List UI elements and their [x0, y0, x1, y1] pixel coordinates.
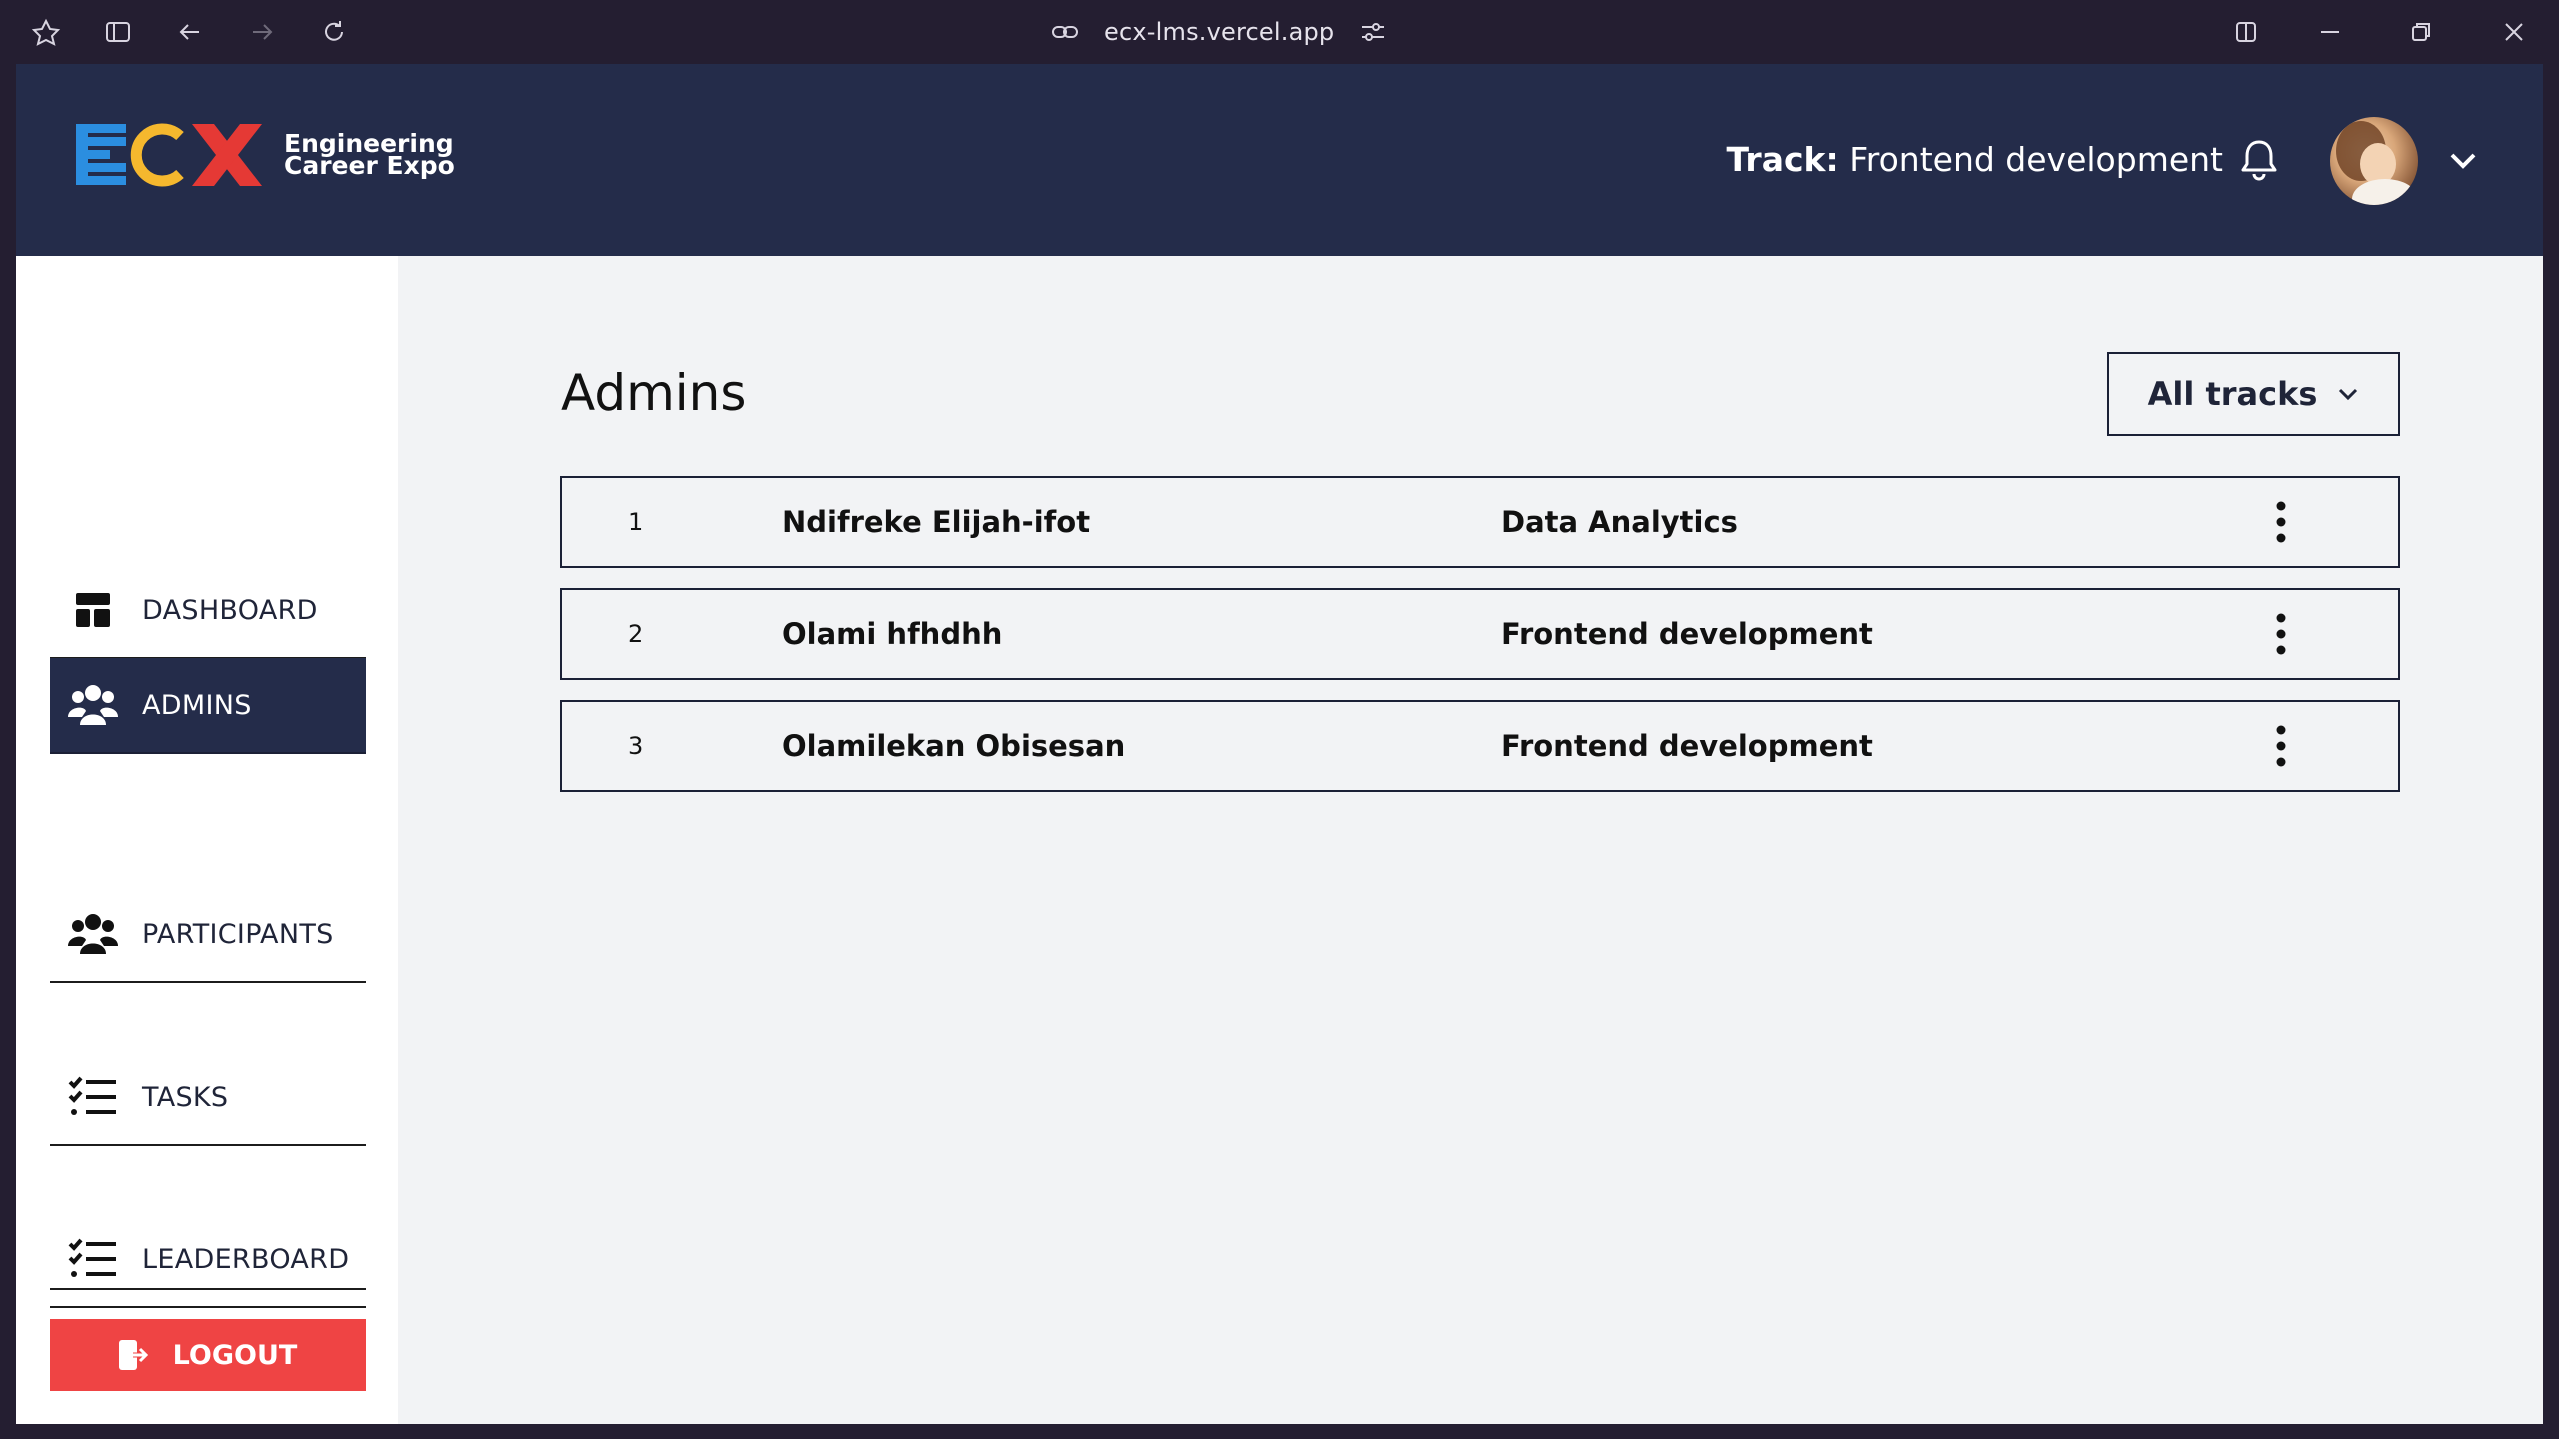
- current-track: Track: Frontend development: [1727, 140, 2223, 179]
- admin-name: Ndifreke Elijah-ifot: [782, 505, 1091, 539]
- checklist-icon: [68, 1075, 118, 1119]
- track-filter-label: All tracks: [2147, 375, 2318, 413]
- sidebar-item-label: ADMINS: [142, 689, 252, 721]
- logo-line-2: Career Expo: [284, 151, 455, 180]
- more-options-icon[interactable]: [2268, 500, 2294, 544]
- forward-icon[interactable]: [244, 14, 280, 50]
- url-text[interactable]: ecx-lms.vercel.app: [1104, 18, 1334, 46]
- row-number: 2: [628, 620, 644, 648]
- app-window: Engineering Career Expo Track: Frontend …: [16, 64, 2543, 1424]
- track-value: Frontend development: [1849, 140, 2223, 179]
- address-bar[interactable]: ecx-lms.vercel.app: [1050, 14, 1388, 50]
- row-number: 1: [628, 508, 644, 536]
- sidebar-item-dashboard[interactable]: DASHBOARD: [50, 563, 366, 659]
- site-settings-icon[interactable]: [1358, 17, 1388, 47]
- split-view-icon[interactable]: [2228, 14, 2264, 50]
- users-icon: [68, 683, 118, 727]
- admin-track: Frontend development: [1501, 617, 1873, 651]
- admin-track: Data Analytics: [1501, 505, 1738, 539]
- chevron-down-icon: [2339, 388, 2358, 401]
- sidebar: DASHBOARD ADMINS PARTICIPANTS TASKS LEAD: [16, 256, 398, 1424]
- reload-icon[interactable]: [316, 14, 352, 50]
- admin-name: Olami hfhdhh: [782, 617, 1003, 651]
- table-row[interactable]: 1 Ndifreke Elijah-ifot Data Analytics: [560, 476, 2400, 568]
- row-number: 3: [628, 732, 644, 760]
- track-label: Track:: [1726, 140, 1839, 179]
- top-header: Engineering Career Expo Track: Frontend …: [16, 64, 2543, 256]
- sidebar-toggle-icon[interactable]: [100, 14, 136, 50]
- link-icon: [1052, 26, 1078, 38]
- sidebar-item-label: LEADERBOARD: [142, 1243, 350, 1275]
- page-title: Admins: [561, 364, 747, 422]
- sidebar-item-label: DASHBOARD: [142, 594, 318, 626]
- logout-label: LOGOUT: [172, 1339, 298, 1371]
- sidebar-item-leaderboard[interactable]: LEADERBOARD: [50, 1212, 366, 1308]
- browser-toolbar: ecx-lms.vercel.app: [0, 0, 2559, 64]
- browser-logo-icon[interactable]: [28, 14, 64, 50]
- sidebar-item-label: TASKS: [142, 1081, 229, 1113]
- more-options-icon[interactable]: [2268, 612, 2294, 656]
- ecx-logo[interactable]: Engineering Career Expo: [76, 122, 455, 188]
- users-icon: [68, 912, 118, 956]
- logo-subtitle: Engineering Career Expo: [284, 131, 455, 180]
- sidebar-item-admins[interactable]: ADMINS: [50, 658, 366, 754]
- chevron-down-icon[interactable]: [2447, 148, 2479, 174]
- logout-button[interactable]: LOGOUT: [50, 1319, 366, 1391]
- table-row[interactable]: 2 Olami hfhdhh Frontend development: [560, 588, 2400, 680]
- sidebar-item-participants[interactable]: PARTICIPANTS: [50, 887, 366, 983]
- admin-name: Olamilekan Obisesan: [782, 729, 1126, 763]
- sidebar-item-tasks[interactable]: TASKS: [50, 1050, 366, 1146]
- close-icon[interactable]: [2496, 14, 2532, 50]
- dashboard-icon: [68, 588, 118, 632]
- logout-icon: [118, 1340, 150, 1370]
- bell-icon[interactable]: [2237, 136, 2281, 182]
- more-options-icon[interactable]: [2268, 724, 2294, 768]
- checklist-icon: [68, 1237, 118, 1281]
- restore-icon[interactable]: [2403, 14, 2439, 50]
- table-row[interactable]: 3 Olamilekan Obisesan Frontend developme…: [560, 700, 2400, 792]
- minimize-icon[interactable]: [2312, 14, 2348, 50]
- admin-track: Frontend development: [1501, 729, 1873, 763]
- sidebar-item-label: PARTICIPANTS: [142, 918, 334, 950]
- back-icon[interactable]: [172, 14, 208, 50]
- sidebar-divider: [50, 1288, 366, 1290]
- track-filter-dropdown[interactable]: All tracks: [2107, 352, 2400, 436]
- avatar[interactable]: [2330, 117, 2418, 205]
- ecx-logo-mark: [76, 123, 262, 187]
